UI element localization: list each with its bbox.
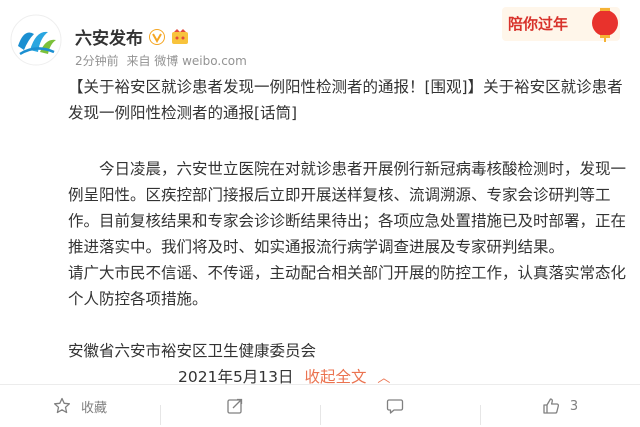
- post-paragraph-2: 请广大市民不信谣、不传谣，主动配合相关部门开展的防控工作，认真落实常态化个人防控…: [68, 264, 627, 308]
- account-name[interactable]: 六安发布: [75, 24, 143, 49]
- favorite-label: 收藏: [80, 400, 107, 416]
- post-paragraph-1: 今日凌晨，六安世立医院在对就诊患者开展例行新冠病毒核酸检测时，发现一例呈阳性。区…: [68, 160, 627, 256]
- action-bar: 收藏 3: [0, 388, 640, 425]
- comment-icon: [386, 399, 404, 414]
- verified-v-icon: [149, 28, 165, 45]
- post-signature: 安徽省六安市裕安区卫生健康委员会: [68, 342, 317, 360]
- new-year-banner: 陪你过年: [502, 7, 620, 42]
- account-avatar[interactable]: [10, 14, 62, 66]
- star-icon: [53, 397, 71, 414]
- share-button[interactable]: [160, 397, 320, 425]
- divider: [0, 384, 640, 385]
- like-icon: [543, 398, 559, 414]
- share-icon: [227, 398, 243, 414]
- post-headline: 【关于裕安区就诊患者发现一例阳性检测者的通报！[围观]】关于裕安区就诊患者发现一…: [68, 78, 623, 122]
- post-content: 【关于裕安区就诊患者发现一例阳性检测者的通报！[围观]】关于裕安区就诊患者发现一…: [68, 66, 628, 392]
- comment-button[interactable]: [320, 397, 480, 425]
- member-badge-icon: [172, 28, 188, 44]
- like-button[interactable]: 3: [480, 397, 640, 425]
- favorite-button[interactable]: 收藏: [0, 397, 160, 416]
- banner-text: 陪你过年: [508, 15, 568, 33]
- like-count: 3: [569, 398, 579, 414]
